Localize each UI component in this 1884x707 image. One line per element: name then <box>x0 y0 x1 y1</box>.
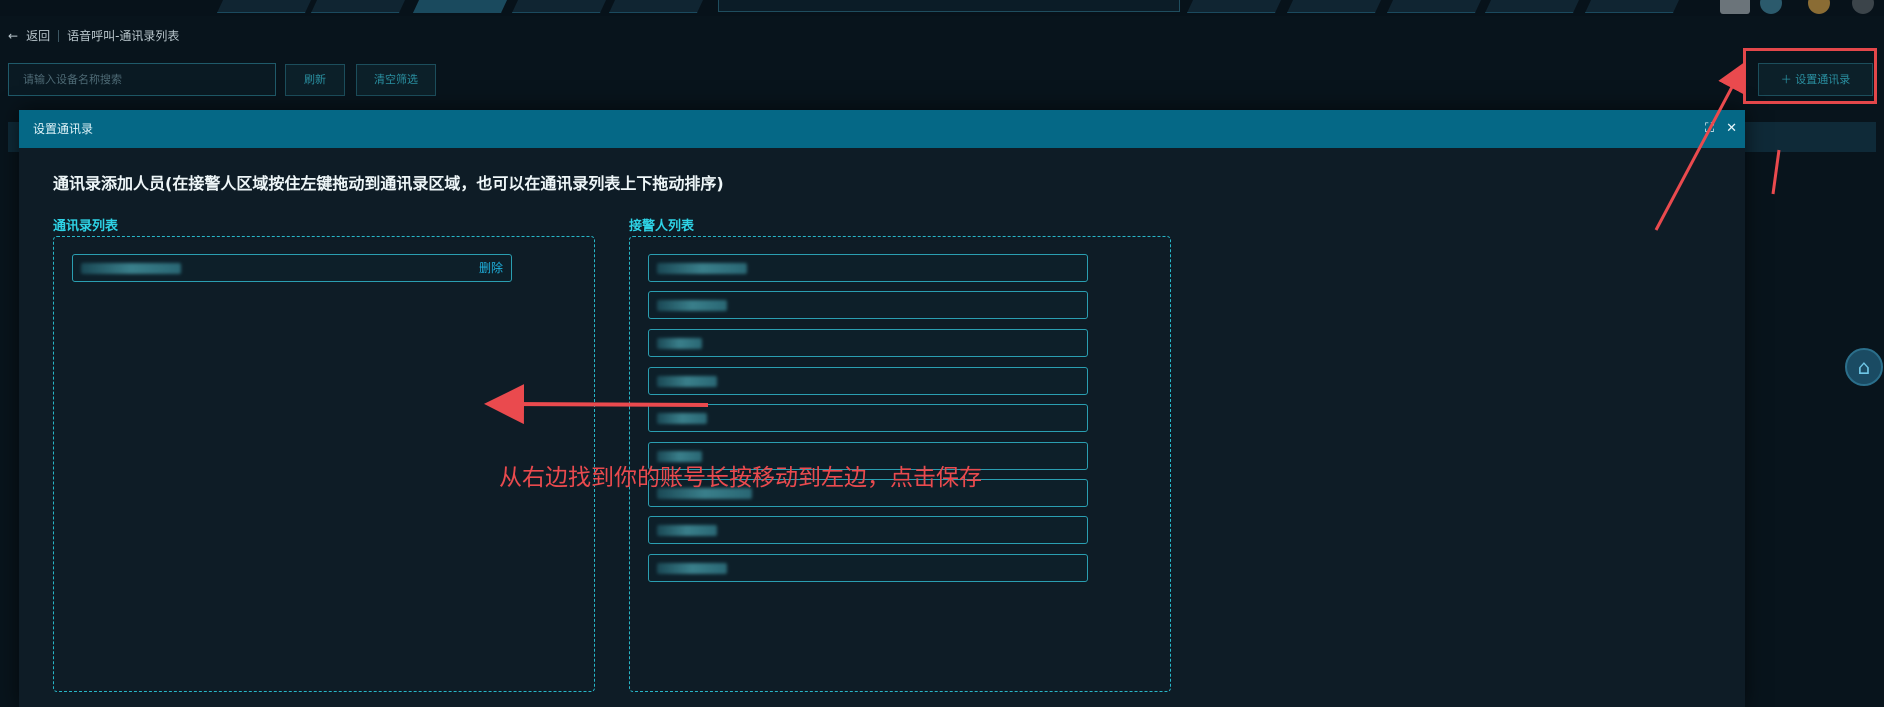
user-icon[interactable] <box>1760 0 1782 14</box>
delete-link[interactable]: 删除 <box>479 255 503 281</box>
home-icon[interactable]: ⌂ <box>1845 348 1883 386</box>
search-input[interactable]: 请输入设备名称搜索 <box>8 63 276 96</box>
dialog-title: 设置通讯录 <box>33 122 94 136</box>
contacts-list-title: 通讯录列表 <box>53 219 119 234</box>
breadcrumb: ← 返回 语音呼叫-通讯录列表 <box>8 27 179 44</box>
responder-name-blurred <box>657 376 717 387</box>
nav-tab[interactable] <box>310 0 406 13</box>
page-title: 语音呼叫-通讯录列表 <box>67 29 180 43</box>
responder-item[interactable] <box>648 404 1088 432</box>
clear-filter-button[interactable]: 清空筛选 <box>356 64 436 96</box>
maximize-icon[interactable]: ⛶ <box>1705 110 1714 148</box>
responder-item[interactable] <box>648 291 1088 319</box>
power-icon[interactable] <box>1852 0 1874 14</box>
contact-item[interactable]: 删除 <box>72 254 512 282</box>
set-contacts-dialog: 设置通讯录 ⛶ ✕ 通讯录添加人员(在接警人区域按住左键拖动到通讯录区域，也可以… <box>19 110 1745 707</box>
back-arrow-icon[interactable]: ← <box>8 29 18 43</box>
dialog-instruction: 通讯录添加人员(在接警人区域按住左键拖动到通讯录区域，也可以在通讯录列表上下拖动… <box>53 174 724 193</box>
nav-tab[interactable] <box>1484 0 1580 13</box>
nav-tab-device-management[interactable] <box>412 0 508 13</box>
nav-tab[interactable] <box>1386 0 1482 13</box>
nav-tab[interactable] <box>1286 0 1382 13</box>
avatar[interactable] <box>1808 0 1830 14</box>
top-navigation <box>0 0 1884 16</box>
responder-item[interactable] <box>648 254 1088 282</box>
refresh-button[interactable]: 刷新 <box>285 64 345 96</box>
responder-item[interactable] <box>648 367 1088 395</box>
annotation-highlight-box <box>1743 48 1877 104</box>
nav-tab[interactable] <box>1584 0 1680 13</box>
responder-name-blurred <box>657 338 702 349</box>
contact-name-blurred <box>81 263 181 274</box>
responder-item[interactable] <box>648 554 1088 582</box>
dialog-header: 设置通讯录 ⛶ ✕ <box>19 110 1745 148</box>
responder-name-blurred <box>657 563 727 574</box>
qr-icon[interactable] <box>1720 0 1750 14</box>
back-link[interactable]: 返回 <box>26 27 50 44</box>
responder-name-blurred <box>657 413 707 424</box>
annotation-text: 从右边找到你的账号长按移动到左边，点击保存 <box>499 465 982 491</box>
nav-center-frame <box>718 0 1180 12</box>
responder-item[interactable] <box>648 516 1088 544</box>
nav-tab[interactable] <box>511 0 607 13</box>
close-icon[interactable]: ✕ <box>1726 110 1737 148</box>
responder-item[interactable] <box>648 329 1088 357</box>
responders-list-title: 接警人列表 <box>629 219 695 234</box>
nav-tab[interactable] <box>216 0 312 13</box>
responder-name-blurred <box>657 300 727 311</box>
responder-name-blurred <box>657 525 717 536</box>
nav-tab[interactable] <box>1186 0 1282 13</box>
breadcrumb-divider <box>58 29 60 42</box>
responder-name-blurred <box>657 263 747 274</box>
nav-tab[interactable] <box>608 0 704 13</box>
